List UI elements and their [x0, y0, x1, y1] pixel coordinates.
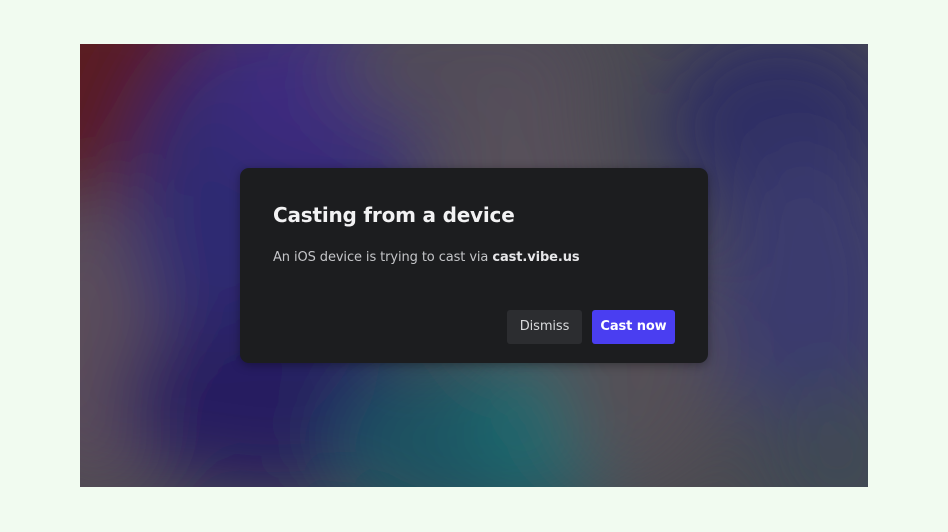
- dismiss-button[interactable]: Dismiss: [507, 310, 582, 344]
- cast-dialog: Casting from a device An iOS device is t…: [240, 168, 708, 363]
- screen-frame: Casting from a device An iOS device is t…: [80, 44, 868, 487]
- cast-host: cast.vibe.us: [492, 250, 580, 265]
- dialog-title: Casting from a device: [273, 203, 515, 227]
- dialog-message-text: An iOS device is trying to cast via: [273, 250, 489, 265]
- dialog-message: An iOS device is trying to cast via cast…: [273, 248, 580, 268]
- cast-now-button[interactable]: Cast now: [592, 310, 675, 344]
